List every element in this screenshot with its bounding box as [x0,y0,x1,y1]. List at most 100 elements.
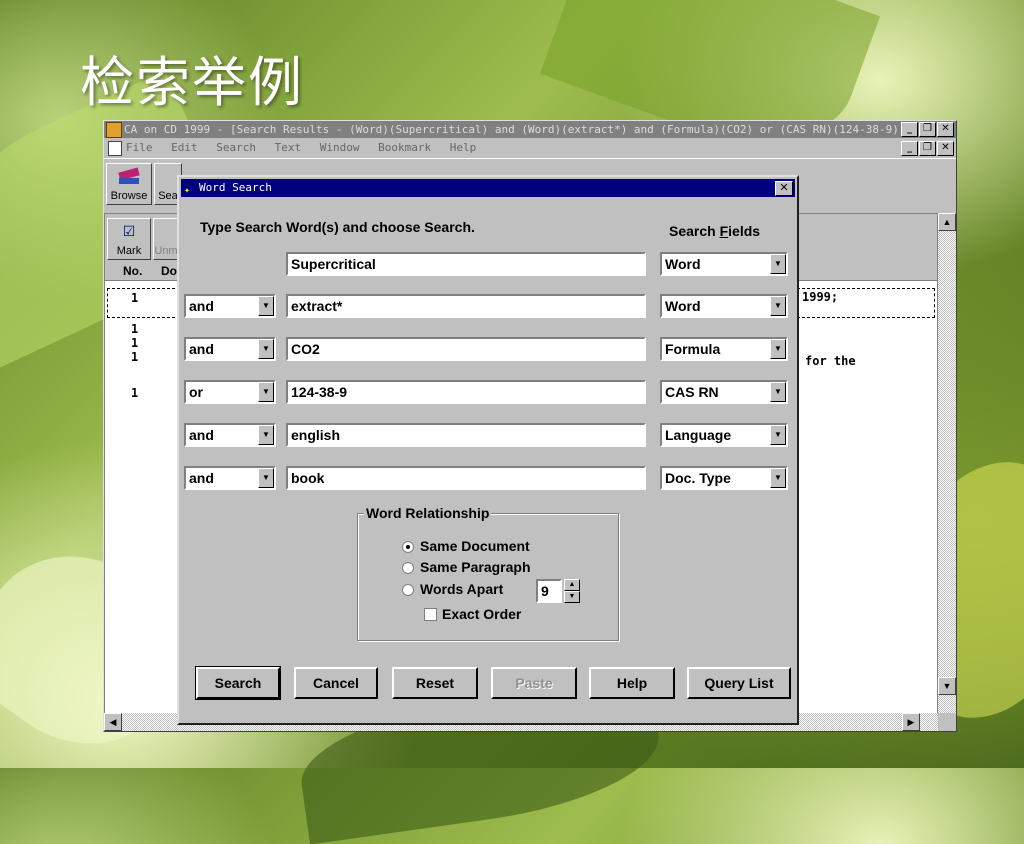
scroll-right-button[interactable]: ▶ [902,713,920,731]
unmark-button[interactable]: Unm [153,218,179,260]
exact-order-label: Exact Order [442,606,522,622]
search-term-input[interactable]: CO2 [286,337,646,361]
search-term-input[interactable]: book [286,466,646,490]
menu-file[interactable]: File [126,141,153,154]
dropdown-arrow-icon[interactable]: ▼ [258,382,274,402]
search-field-select[interactable]: Word ▼ [660,294,788,318]
menu-edit[interactable]: Edit [171,141,198,154]
menu-window[interactable]: Window [320,141,360,154]
search-field-select[interactable]: Language ▼ [660,423,788,447]
dropdown-arrow-icon[interactable]: ▼ [258,296,274,316]
row-number[interactable]: 1 [131,291,138,305]
doc-minimize-button[interactable]: _ [901,141,918,156]
column-doc[interactable]: Do [161,262,177,280]
browse-button[interactable]: Browse [106,163,152,205]
row-number[interactable]: 1 [131,336,138,350]
field-value: Formula [665,341,721,357]
dialog-title: Word Search [199,181,272,194]
dropdown-arrow-icon[interactable]: ▼ [770,254,786,274]
search-term-input[interactable]: 124-38-9 [286,380,646,404]
cancel-button[interactable]: Cancel [294,667,378,699]
dropdown-arrow-icon[interactable]: ▼ [258,425,274,445]
dropdown-arrow-icon[interactable]: ▼ [770,382,786,402]
scroll-up-button[interactable]: ▲ [938,213,956,231]
query-list-button[interactable]: Query List [687,667,791,699]
doc-restore-button[interactable]: ❐ [919,141,936,156]
menu-text[interactable]: Text [275,141,302,154]
result-snippet: for the [805,354,856,368]
window-controls: _ ❐ ✕ [901,122,954,137]
paste-button: Paste [491,667,577,699]
operator-value: and [189,341,214,357]
app-icon [106,122,122,138]
help-button[interactable]: Help [589,667,675,699]
boolean-operator-select[interactable]: or ▼ [184,380,276,404]
search-field-select[interactable]: Doc. Type ▼ [660,466,788,490]
row-number[interactable]: 1 [131,322,138,336]
field-value: CAS RN [665,384,719,400]
check-icon: ☑ [122,223,136,239]
slide-title: 检索举例 [80,51,304,114]
reset-button[interactable]: Reset [392,667,478,699]
same-paragraph-label: Same Paragraph [420,559,531,575]
radio-icon [402,562,414,574]
dropdown-arrow-icon[interactable]: ▼ [770,339,786,359]
checkbox-icon [424,608,437,621]
boolean-operator-select[interactable]: and ▼ [184,337,276,361]
same-paragraph-radio[interactable]: Same Paragraph [402,559,531,575]
spin-down-icon[interactable]: ▼ [564,591,580,603]
restore-button[interactable]: ❐ [919,122,936,137]
document-icon[interactable] [108,141,122,156]
boolean-operator-select[interactable]: and ▼ [184,423,276,447]
row-number[interactable]: 1 [131,386,138,400]
field-value: Language [665,427,732,443]
radio-selected-icon [402,541,414,553]
doc-close-button[interactable]: ✕ [937,141,954,156]
row-number[interactable]: 1 [131,350,138,364]
search-submit-button[interactable]: Search [195,666,281,700]
exact-order-checkbox[interactable]: Exact Order [424,606,521,622]
menu-help[interactable]: Help [450,141,477,154]
books-icon [118,167,140,184]
spin-up-icon[interactable]: ▲ [564,579,580,591]
field-value: Word [665,256,701,272]
search-field-select[interactable]: Formula ▼ [660,337,788,361]
operator-value: and [189,298,214,314]
search-term-input[interactable]: extract* [286,294,646,318]
vertical-scrollbar[interactable]: ▲ ▼ [938,213,956,713]
app-titlebar: CA on CD 1999 - [Search Results - (Word)… [104,121,956,138]
search-term-input[interactable]: Supercritical [286,252,646,276]
menu-bookmark[interactable]: Bookmark [378,141,431,154]
operator-value: or [189,384,203,400]
same-document-label: Same Document [420,538,530,554]
mark-label: Mark [116,245,142,257]
close-button[interactable]: ✕ [937,122,954,137]
minimize-button[interactable]: _ [901,122,918,137]
boolean-operator-select[interactable]: and ▼ [184,466,276,490]
search-field-select[interactable]: Word ▼ [660,252,788,276]
dropdown-arrow-icon[interactable]: ▼ [258,339,274,359]
words-apart-label: Words Apart [420,581,504,597]
boolean-operator-select[interactable]: and ▼ [184,294,276,318]
radio-icon [402,584,414,596]
search-term-input[interactable]: english [286,423,646,447]
same-document-radio[interactable]: Same Document [402,538,530,554]
dropdown-arrow-icon[interactable]: ▼ [258,468,274,488]
scroll-left-button[interactable]: ◀ [104,713,122,731]
word-relationship-legend: Word Relationship [364,505,492,521]
search-field-select[interactable]: CAS RN ▼ [660,380,788,404]
mark-button[interactable]: ☑ Mark [107,218,151,260]
scroll-down-button[interactable]: ▼ [938,677,956,695]
column-no[interactable]: No. [123,262,142,280]
dropdown-arrow-icon[interactable]: ▼ [770,425,786,445]
dropdown-arrow-icon[interactable]: ▼ [770,296,786,316]
menu-bar: File Edit Search Text Window Bookmark He… [104,138,956,158]
menu-search[interactable]: Search [216,141,256,154]
instruction-label: Type Search Word(s) and choose Search. [200,219,475,235]
words-apart-value[interactable]: 9 [536,579,562,603]
dropdown-arrow-icon[interactable]: ▼ [770,468,786,488]
result-snippet: 1999; [802,290,839,304]
document-window-controls: _ ❐ ✕ [901,141,954,156]
dialog-close-button[interactable]: ✕ [775,181,793,196]
words-apart-radio[interactable]: Words Apart [402,581,503,597]
